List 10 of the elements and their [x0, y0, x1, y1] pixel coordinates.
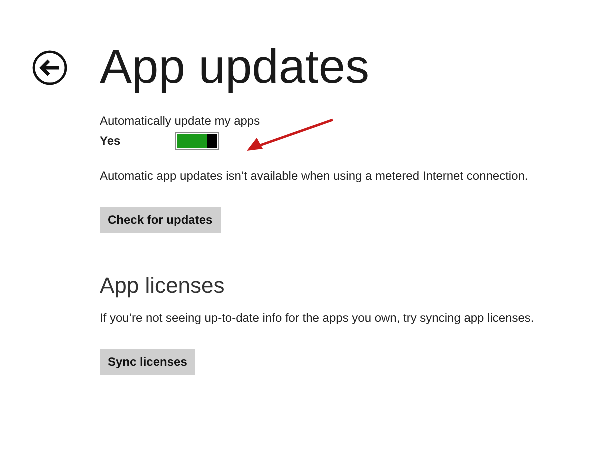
info-text: If you’re not seeing up-to-date info for the apps you own, try syncing app licenses.	[100, 311, 536, 325]
section-heading: App licenses	[100, 273, 226, 299]
sync-licenses-button[interactable]: Sync licenses	[100, 349, 196, 375]
info-text: Automatic app updates isn’t available when using a metered Internet connection.	[100, 169, 530, 183]
setting-label: Automatically update my apps	[100, 114, 262, 128]
toggle-value: Yes	[100, 134, 122, 148]
check-updates-button[interactable]: Check for updates	[100, 207, 221, 233]
back-icon[interactable]	[32, 50, 68, 86]
toggle-switch[interactable]	[175, 132, 219, 150]
page-title: App updates	[100, 40, 370, 96]
